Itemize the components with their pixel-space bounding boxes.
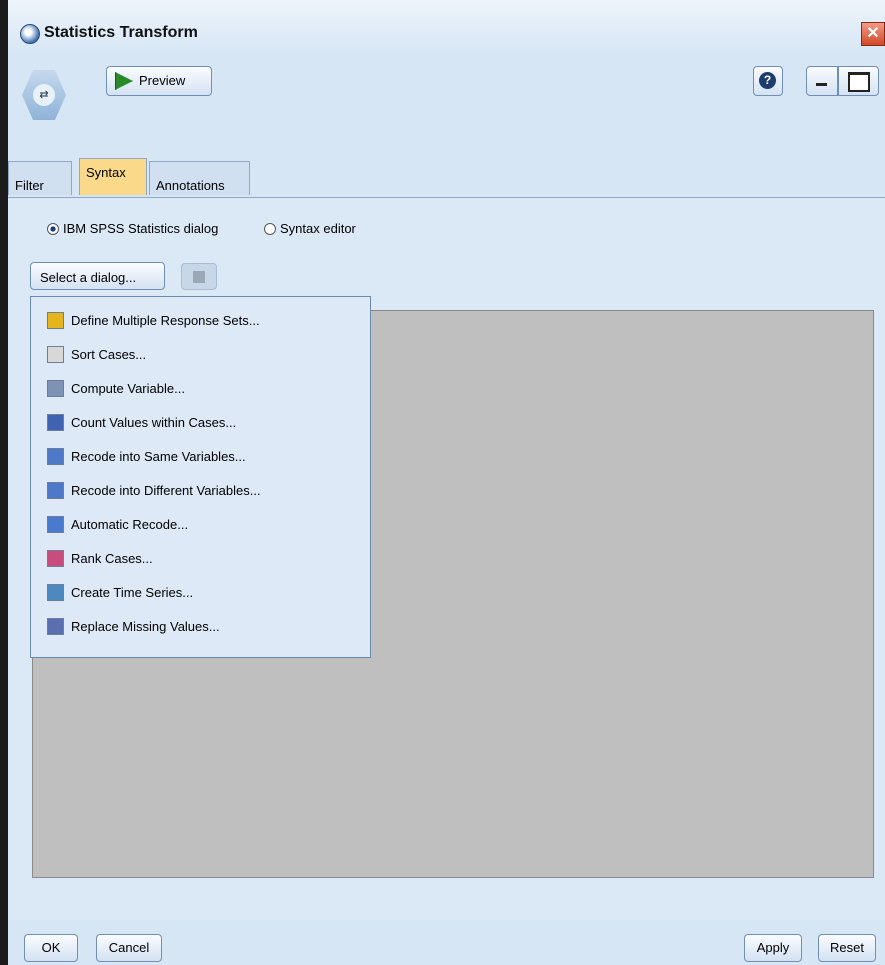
rank-icon (47, 550, 64, 567)
menu-item-count-values[interactable]: Count Values within Cases... (39, 411, 359, 435)
radio-syntax-editor[interactable] (264, 223, 276, 235)
radio-spss-dialog[interactable] (47, 223, 59, 235)
tab-annotations-label: Annotations (156, 178, 225, 193)
dialog-icon (193, 271, 205, 283)
statistics-transform-window: Statistics Transform ✕ ⇄ Preview ? Filte… (0, 0, 885, 965)
radio-spss-dialog-label[interactable]: IBM SPSS Statistics dialog (63, 221, 218, 236)
menu-item-label: Automatic Recode... (71, 517, 189, 532)
calculator-icon (47, 380, 64, 397)
auto-recode-icon (47, 516, 64, 533)
tab-filter[interactable]: Filter (8, 161, 72, 195)
tab-syntax[interactable]: Syntax (79, 158, 147, 195)
dialog-menu: Define Multiple Response Sets... Sort Ca… (30, 296, 371, 658)
menu-item-label: Recode into Same Variables... (71, 449, 246, 464)
menu-item-automatic-recode[interactable]: Automatic Recode... (39, 513, 359, 537)
play-icon (115, 72, 133, 90)
tab-strip: Filter Syntax Annotations (8, 158, 885, 198)
dialog-options-button[interactable] (181, 263, 217, 290)
help-icon: ? (759, 72, 776, 89)
transform-arrows-icon: ⇄ (33, 84, 55, 106)
time-series-icon (47, 584, 64, 601)
menu-item-recode-same[interactable]: Recode into Same Variables... (39, 445, 359, 469)
menu-item-rank-cases[interactable]: Rank Cases... (39, 547, 359, 571)
close-button[interactable]: ✕ (861, 22, 885, 46)
menu-item-label: Create Time Series... (71, 585, 194, 600)
menu-item-label: Sort Cases... (71, 347, 147, 362)
window-title: Statistics Transform (44, 24, 198, 41)
menu-item-sort-cases[interactable]: Sort Cases... (39, 343, 359, 367)
sort-icon (47, 346, 64, 363)
recode-different-icon (47, 482, 64, 499)
tab-syntax-label: Syntax (86, 165, 126, 180)
maximize-icon (848, 72, 870, 92)
toolbar: ⇄ Preview ? (8, 50, 885, 150)
grid-icon (47, 312, 64, 329)
cancel-button[interactable]: Cancel (96, 934, 162, 962)
maximize-button[interactable] (838, 66, 879, 96)
preview-button[interactable]: Preview (106, 66, 212, 96)
menu-item-label: Replace Missing Values... (71, 619, 220, 634)
apply-button[interactable]: Apply (744, 934, 802, 962)
select-dialog-button[interactable]: Select a dialog... (30, 262, 165, 290)
ok-button[interactable]: OK (24, 934, 78, 962)
menu-item-recode-different[interactable]: Recode into Different Variables... (39, 479, 359, 503)
node-type-icon: ⇄ (22, 70, 66, 120)
title-bar[interactable]: Statistics Transform ✕ (8, 0, 885, 50)
menu-item-label: Rank Cases... (71, 551, 153, 566)
help-button[interactable]: ? (753, 66, 783, 96)
minimize-icon (816, 83, 827, 86)
select-dialog-label: Select a dialog... (40, 270, 137, 285)
menu-item-create-time-series[interactable]: Create Time Series... (39, 581, 359, 605)
count-icon (47, 414, 64, 431)
tab-filter-label: Filter (15, 178, 44, 193)
menu-item-label: Count Values within Cases... (71, 415, 237, 430)
menu-item-label: Compute Variable... (71, 381, 185, 396)
radio-syntax-editor-label[interactable]: Syntax editor (280, 221, 356, 236)
button-bar: OK Cancel Apply Reset (8, 920, 885, 965)
app-icon (20, 24, 40, 44)
replace-missing-icon (47, 618, 64, 635)
menu-item-label: Define Multiple Response Sets... (71, 313, 260, 328)
menu-item-replace-missing-values[interactable]: Replace Missing Values... (39, 615, 359, 639)
window-border (0, 0, 8, 965)
menu-item-define-multiple-response-sets[interactable]: Define Multiple Response Sets... (39, 309, 359, 333)
minimize-button[interactable] (806, 66, 838, 96)
reset-button[interactable]: Reset (818, 934, 876, 962)
menu-item-label: Recode into Different Variables... (71, 483, 261, 498)
preview-label: Preview (139, 73, 186, 88)
menu-item-compute-variable[interactable]: Compute Variable... (39, 377, 359, 401)
tab-annotations[interactable]: Annotations (149, 161, 250, 195)
recode-same-icon (47, 448, 64, 465)
